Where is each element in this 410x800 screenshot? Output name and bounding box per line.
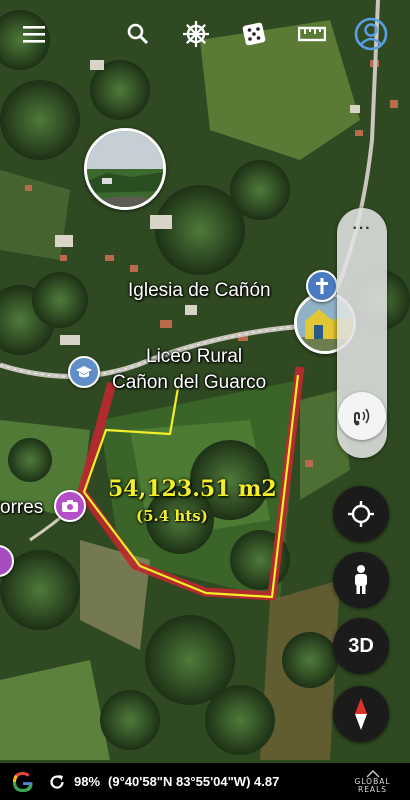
school-pin[interactable] [68, 356, 100, 388]
coordinates-readout: (9°40'58"N 83°55'04"W) 4.87 [108, 774, 280, 789]
place-label-church: Iglesia de Cañón [128, 280, 271, 301]
feeling-lucky-button[interactable] [234, 14, 274, 54]
my-location-button[interactable] [333, 486, 389, 542]
search-icon [127, 23, 149, 45]
street-view-button[interactable] [333, 552, 389, 608]
menu-button[interactable] [14, 14, 54, 54]
menu-icon [23, 26, 45, 43]
ship-wheel-icon [183, 21, 209, 47]
zoom-slider[interactable]: ··· [337, 208, 387, 458]
voyager-button[interactable] [176, 14, 216, 54]
cross-icon [316, 278, 328, 294]
account-button[interactable] [351, 14, 391, 54]
camera-icon [62, 500, 78, 512]
place-label-school-line1: Liceo Rural [146, 346, 243, 367]
area-measurement: 54,123.51 m2 [108, 476, 277, 502]
refresh-icon [50, 774, 64, 789]
area-hectares: (5.4 hts) [136, 507, 208, 525]
zoom-menu[interactable]: ··· [337, 220, 387, 238]
measure-button[interactable] [292, 14, 332, 54]
search-button[interactable] [118, 14, 158, 54]
graduation-cap-icon [76, 366, 92, 378]
watermark-line2: REALS [357, 784, 388, 794]
photo-pin[interactable] [54, 490, 86, 522]
3d-toggle-button[interactable]: 3D [333, 618, 389, 674]
church-pin[interactable] [306, 270, 338, 302]
watermark-logo: GLOBAL REALS [335, 763, 410, 800]
google-g-icon [13, 771, 33, 792]
google-logo [0, 763, 46, 800]
photo-bubble-landscape[interactable] [84, 128, 166, 210]
place-label-torres: orres [0, 497, 44, 518]
loading-percent: 98% [74, 774, 101, 789]
ruler-icon [298, 26, 326, 42]
place-label-school-line2: Cañon del Guarco [112, 372, 267, 393]
3d-label: 3D [348, 634, 374, 657]
top-toolbar [0, 14, 410, 58]
zoom-knob[interactable] [338, 392, 386, 440]
dice-icon [242, 22, 266, 46]
sound-icon [354, 408, 370, 426]
pegman-icon [355, 565, 367, 594]
compass-button[interactable] [333, 686, 389, 742]
compass-icon [355, 698, 367, 730]
sync-status [46, 773, 68, 791]
crosshair-icon [348, 501, 374, 527]
account-icon [354, 17, 388, 51]
